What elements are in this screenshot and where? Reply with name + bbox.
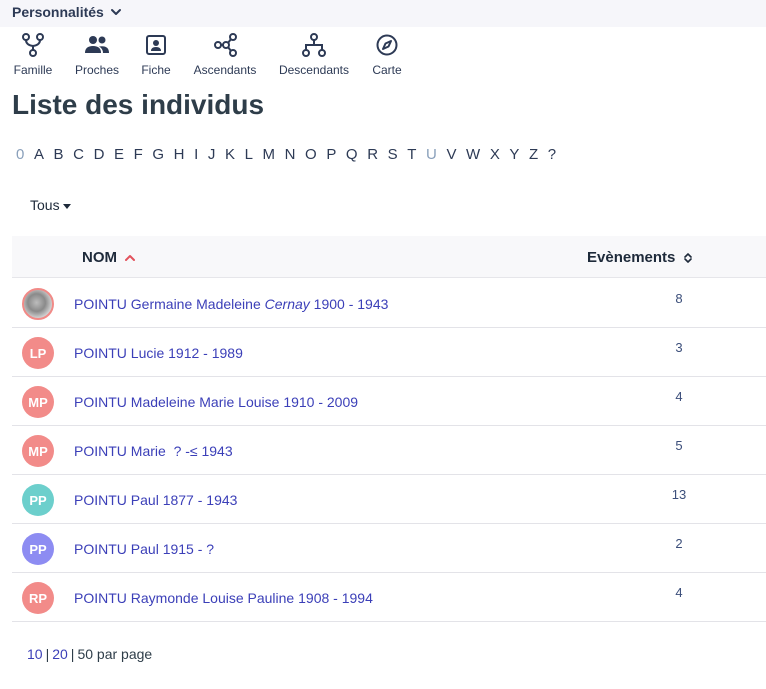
per-page-10[interactable]: 10 [27, 646, 43, 662]
alpha-letter[interactable]: O [305, 146, 317, 163]
alpha-letter[interactable]: H [174, 146, 185, 163]
table-row: RP POINTU Raymonde Louise Pauline 1908 - … [12, 573, 766, 622]
avatar[interactable]: RP [22, 582, 54, 614]
alphabet-filter: 0 A B C D E F G H I J K L M N O P Q R S T U V W X Y Z? [16, 146, 566, 163]
avatar[interactable]: MP [22, 435, 54, 467]
chevron-down-icon [110, 9, 121, 15]
caret-down-icon [62, 203, 71, 209]
nav-carte[interactable]: Carte [347, 32, 427, 77]
family-fork-icon [22, 33, 44, 57]
life-dates: 1915 - ? [162, 541, 215, 557]
alpha-letter[interactable]: J [208, 146, 216, 163]
alpha-letter[interactable]: Q [346, 146, 358, 163]
event-count: 3 [675, 340, 683, 355]
compass-icon [376, 34, 398, 56]
event-count: 13 [671, 487, 687, 502]
alpha-letter[interactable]: U [426, 146, 437, 163]
individual-link[interactable]: POINTU Paul 1915 - ? [74, 541, 214, 557]
alpha-letter[interactable]: X [490, 146, 500, 163]
life-dates: 1912 - 1989 [168, 345, 243, 361]
sort-by-name[interactable]: NOM [82, 249, 135, 266]
per-page-20[interactable]: 20 [52, 646, 68, 662]
filter-label: Tous [30, 197, 60, 213]
descendants-tree-icon [302, 33, 326, 57]
avatar[interactable]: MP [22, 386, 54, 418]
alpha-letter[interactable]: V [446, 146, 456, 163]
alpha-letter[interactable]: K [225, 146, 235, 163]
alpha-letter[interactable]: C [73, 146, 84, 163]
table-row: LP POINTU Lucie 1912 - 1989 3 [12, 328, 766, 377]
alpha-letter[interactable]: I [194, 146, 198, 163]
alpha-letter[interactable]: R [367, 146, 378, 163]
avatar[interactable]: LP [22, 337, 54, 369]
section-label: Personnalités [12, 4, 104, 20]
per-page-suffix: par page [96, 646, 153, 662]
alpha-letter[interactable]: Z [529, 146, 538, 163]
personnalites-dropdown[interactable]: Personnalités [12, 4, 122, 20]
table-row: MP POINTU Madeleine Marie Louise 1910 - 2… [12, 377, 766, 426]
avatar[interactable] [22, 288, 54, 320]
alpha-letter[interactable]: M [263, 146, 276, 163]
event-count: 4 [675, 585, 683, 600]
life-dates: 1877 - 1943 [162, 492, 238, 508]
sort-ascending-icon [125, 254, 135, 261]
avatar[interactable]: PP [22, 533, 54, 565]
alpha-letter[interactable]: P [326, 146, 336, 163]
alpha-letter[interactable]: 0 [16, 146, 24, 163]
filter-dropdown[interactable]: Tous [30, 197, 71, 213]
alpha-letter[interactable]: G [152, 146, 164, 163]
alpha-letter[interactable]: D [94, 146, 105, 163]
id-card-icon [146, 35, 166, 55]
alpha-letter[interactable]: ? [548, 146, 556, 163]
avatar[interactable]: PP [22, 484, 54, 516]
table-header: NOM Evènements [12, 236, 766, 278]
page-title: Liste des individus [12, 89, 265, 120]
table-row: PP POINTU Paul 1877 - 1943 13 [12, 475, 766, 524]
alpha-letter[interactable]: B [54, 146, 64, 163]
life-dates: ? -≤ 1943 [169, 443, 233, 459]
table-row: PP POINTU Paul 1915 - ? 2 [12, 524, 766, 573]
nav-ascendants[interactable]: Ascendants [185, 32, 265, 77]
nav-descendants[interactable]: Descendants [274, 32, 354, 77]
alias: Cernay [264, 296, 310, 312]
ancestors-graph-icon [214, 33, 237, 57]
alpha-letter[interactable]: T [407, 146, 416, 163]
event-count: 5 [675, 438, 683, 453]
alpha-letter[interactable]: F [134, 146, 143, 163]
alpha-letter[interactable]: L [245, 146, 253, 163]
alpha-letter[interactable]: E [114, 146, 124, 163]
individual-link[interactable]: POINTU Germaine Madeleine Cernay 1900 - … [74, 296, 388, 312]
life-dates: 1910 - 2009 [283, 394, 359, 410]
alpha-letter[interactable]: N [285, 146, 296, 163]
table-row: MP POINTU Marie ? -≤ 1943 5 [12, 426, 766, 475]
alpha-letter[interactable]: A [34, 146, 44, 163]
individual-link[interactable]: POINTU Madeleine Marie Louise 1910 - 200… [74, 394, 358, 410]
individual-link[interactable]: POINTU Raymonde Louise Pauline 1908 - 19… [74, 590, 373, 606]
alpha-letter[interactable]: Y [509, 146, 519, 163]
event-count: 4 [675, 389, 683, 404]
event-count: 8 [675, 291, 683, 306]
individual-link[interactable]: POINTU Lucie 1912 - 1989 [74, 345, 243, 361]
alpha-letter[interactable]: S [388, 146, 398, 163]
sort-unsorted-icon [684, 252, 693, 263]
top-bar: Personnalités [0, 0, 766, 27]
life-dates: 1900 - 1943 [313, 296, 389, 312]
table-row: POINTU Germaine Madeleine Cernay 1900 - … [12, 279, 766, 328]
life-dates: 1908 - 1994 [298, 590, 373, 606]
sort-by-events[interactable]: Evènements [587, 249, 693, 266]
pagination: 10 | 20 | 50 par page [27, 646, 153, 662]
per-page-current: 50 [77, 646, 94, 662]
nav-fiche[interactable]: Fiche [116, 32, 196, 77]
people-icon [85, 36, 109, 53]
individual-link[interactable]: POINTU Marie ? -≤ 1943 [74, 443, 233, 459]
event-count: 2 [675, 536, 683, 551]
individual-link[interactable]: POINTU Paul 1877 - 1943 [74, 492, 237, 508]
alpha-letter[interactable]: W [466, 146, 480, 163]
